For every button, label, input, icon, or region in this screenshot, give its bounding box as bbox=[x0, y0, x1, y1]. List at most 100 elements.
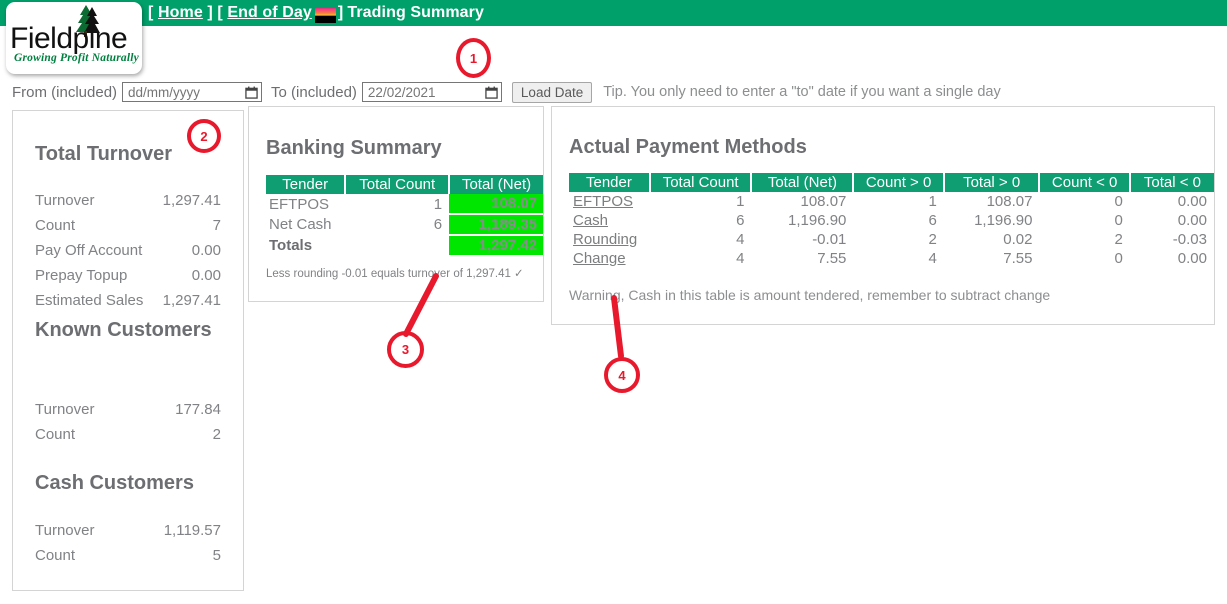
table-row: EFTPOS 1 108.07 1 108.07 0 0.00 bbox=[569, 192, 1214, 211]
stat-row: Prepay Topup 0.00 bbox=[35, 267, 221, 292]
cell-total-lt: 0.00 bbox=[1177, 250, 1207, 267]
cell-count-gt: 4 bbox=[928, 250, 937, 267]
actual-payment-methods-panel: Actual Payment Methods Tender Total Coun… bbox=[551, 106, 1215, 325]
annotation-arrow-4 bbox=[611, 295, 624, 359]
cell-total-lt: 0.00 bbox=[1177, 212, 1207, 229]
stat-value: 5 bbox=[212, 547, 221, 564]
annotation-marker-4: 4 bbox=[604, 357, 640, 393]
stat-row: Turnover 1,119.57 bbox=[35, 522, 221, 547]
cell-total-gt: 7.55 bbox=[1003, 250, 1033, 267]
section-title-cash-customers: Cash Customers bbox=[35, 472, 194, 494]
section-title-total-turnover: Total Turnover bbox=[35, 143, 173, 165]
turnover-panel: Total Turnover Turnover 1,297.41 Count 7… bbox=[12, 110, 244, 591]
table-row: EFTPOS 1 108.07 bbox=[266, 194, 543, 215]
table-row-totals: Totals 1,297.42 bbox=[266, 235, 543, 257]
calendar-icon[interactable] bbox=[485, 86, 498, 99]
table-row: Net Cash 6 1,189.35 bbox=[266, 214, 543, 236]
tender-link-cash[interactable]: Cash bbox=[573, 212, 608, 229]
total-turnover-stats: Turnover 1,297.41 Count 7 Pay Off Accoun… bbox=[35, 192, 221, 317]
col-count-lt-0: Count < 0 bbox=[1039, 173, 1131, 192]
top-navigation-bar: [ Home ] [ End of Day ] Trading Summary bbox=[0, 0, 1227, 26]
table-header-row: Tender Total Count Total (Net) bbox=[266, 175, 543, 194]
table-row: Change 4 7.55 4 7.55 0 0.00 bbox=[569, 249, 1214, 268]
stat-label: Count bbox=[35, 217, 76, 234]
to-date-input[interactable]: 22/02/2021 bbox=[361, 82, 502, 102]
banking-summary-table: Tender Total Count Total (Net) EFTPOS 1 … bbox=[266, 175, 543, 257]
cell-total-net: 7.55 bbox=[817, 250, 847, 267]
stat-row: Count 5 bbox=[35, 547, 221, 572]
cell-count-lt: 2 bbox=[1114, 231, 1123, 248]
cell-total-count: 6 bbox=[736, 212, 745, 229]
cell-tender: EFTPOS bbox=[269, 195, 330, 213]
stat-label: Turnover bbox=[35, 522, 95, 539]
col-total-net: Total (Net) bbox=[449, 175, 543, 194]
cell-total-count: 4 bbox=[736, 250, 745, 267]
payment-methods-table: Tender Total Count Total (Net) Count > 0… bbox=[569, 173, 1214, 268]
nav-link-end-of-day[interactable]: End of Day bbox=[227, 4, 312, 22]
cell-total-gt: 0.02 bbox=[1003, 231, 1033, 248]
stat-row: Estimated Sales 1,297.41 bbox=[35, 292, 221, 317]
col-total-count: Total Count bbox=[345, 175, 451, 194]
cell-tender: Cash bbox=[569, 211, 650, 230]
cell-total-lt: -0.03 bbox=[1172, 231, 1207, 248]
stat-row: Turnover 177.84 bbox=[35, 401, 221, 426]
known-customers-stats: Turnover 177.84 Count 2 bbox=[35, 401, 221, 451]
annotation-marker-3: 3 bbox=[387, 331, 424, 368]
from-date-input[interactable]: dd/mm/yyyy bbox=[122, 82, 263, 102]
table-header-row: Tender Total Count Total (Net) Count > 0… bbox=[569, 173, 1214, 192]
stat-label: Count bbox=[35, 547, 76, 564]
cell-net: 1,189.35 bbox=[449, 214, 543, 236]
cell-tender: Change bbox=[569, 249, 650, 268]
cell-total-gt: 1,196.90 bbox=[974, 212, 1033, 229]
from-date-value: dd/mm/yyyy bbox=[128, 84, 201, 100]
stat-value: 1,297.41 bbox=[162, 292, 221, 309]
stat-label: Pay Off Account bbox=[35, 242, 143, 259]
cell-net: 1,297.42 bbox=[449, 235, 543, 257]
cell-tender: Totals bbox=[269, 237, 313, 254]
stat-row: Pay Off Account 0.00 bbox=[35, 242, 221, 267]
cell-count-gt: 6 bbox=[928, 212, 937, 229]
load-date-button[interactable]: Load Date bbox=[511, 81, 593, 103]
tender-link-rounding[interactable]: Rounding bbox=[573, 231, 637, 248]
stat-label: Count bbox=[35, 426, 76, 443]
cell-total-net: 108.07 bbox=[800, 193, 847, 210]
bracket-close-eod: ] bbox=[337, 4, 344, 21]
page-title: Trading Summary bbox=[347, 4, 485, 21]
cash-customers-stats: Turnover 1,119.57 Count 5 bbox=[35, 522, 221, 572]
filter-tip-text: Tip. You only need to enter a "to" date … bbox=[603, 84, 1001, 100]
stat-value: 7 bbox=[212, 217, 221, 234]
nav-link-home[interactable]: Home bbox=[158, 4, 203, 22]
fieldpine-logo[interactable]: Fieldpine Growing Profit Naturally bbox=[6, 2, 142, 74]
col-total-lt-0: Total < 0 bbox=[1129, 173, 1214, 192]
col-total-count: Total Count bbox=[649, 173, 753, 192]
stat-value: 1,119.57 bbox=[163, 522, 221, 539]
date-filter-bar: From (included) dd/mm/yyyy To (included)… bbox=[0, 80, 1227, 104]
cell-total-gt: 108.07 bbox=[986, 193, 1033, 210]
calendar-icon[interactable] bbox=[245, 86, 258, 99]
logo-tagline: Growing Profit Naturally bbox=[14, 52, 139, 64]
tender-link-eftpos[interactable]: EFTPOS bbox=[573, 193, 633, 210]
from-date-label: From (included) bbox=[12, 83, 118, 101]
cell-total-net: 1,196.90 bbox=[788, 212, 847, 229]
col-tender: Tender bbox=[569, 173, 651, 192]
stat-row: Turnover 1,297.41 bbox=[35, 192, 221, 217]
tender-link-change[interactable]: Change bbox=[573, 250, 626, 267]
cell-total-lt: 0.00 bbox=[1177, 193, 1207, 210]
cell-total-net: -0.01 bbox=[812, 231, 847, 248]
cell-net: 108.07 bbox=[449, 194, 543, 215]
actual-payment-methods-title: Actual Payment Methods bbox=[569, 136, 807, 158]
stat-value: 0.00 bbox=[191, 242, 221, 259]
col-count-gt-0: Count > 0 bbox=[853, 173, 945, 192]
logo-wordmark: Fieldpine bbox=[10, 22, 128, 55]
cell-tender: EFTPOS bbox=[569, 192, 650, 211]
stat-row: Count 2 bbox=[35, 426, 221, 451]
to-date-value: 22/02/2021 bbox=[367, 84, 436, 100]
cell-total-count: 4 bbox=[736, 231, 745, 248]
cell-count-lt: 0 bbox=[1114, 250, 1123, 267]
stat-label: Prepay Topup bbox=[35, 267, 128, 284]
cell-tender: Rounding bbox=[569, 230, 650, 249]
col-tender: Tender bbox=[266, 175, 347, 194]
cell-count-lt: 0 bbox=[1114, 193, 1123, 210]
annotation-marker-1: 1 bbox=[456, 38, 491, 78]
stat-value: 0.00 bbox=[191, 267, 221, 284]
